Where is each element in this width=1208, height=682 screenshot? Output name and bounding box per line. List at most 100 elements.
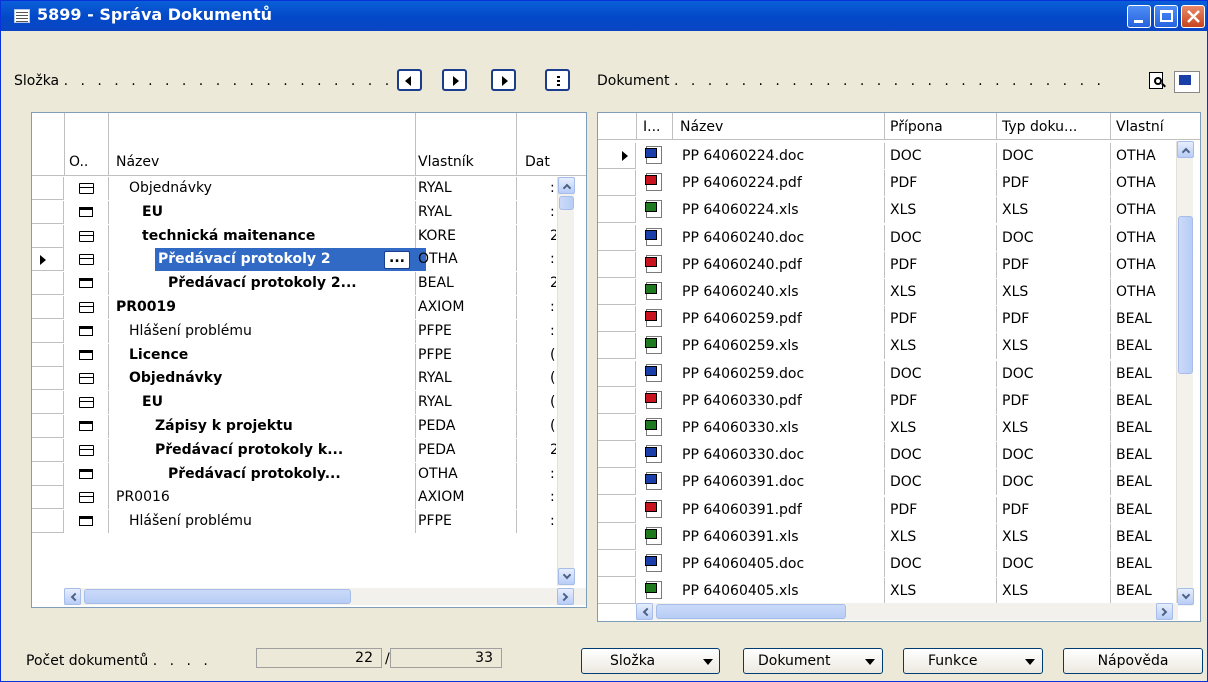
folder-row[interactable]: Předávací protokoly 2... OTHA: (32, 248, 557, 272)
folder-list-button[interactable] (545, 69, 570, 91)
prev-folder-button[interactable] (397, 69, 422, 91)
minimize-button[interactable] (1127, 5, 1151, 28)
col-header-name[interactable]: Název (680, 116, 723, 139)
row-selector[interactable] (32, 486, 64, 510)
row-selector[interactable] (598, 143, 636, 169)
row-selector[interactable] (598, 333, 636, 360)
row-selector[interactable] (32, 272, 64, 296)
document-row[interactable]: PP 64060259.xls XLS XLS BEAL (598, 333, 1176, 360)
document-row[interactable]: PP 64060330.doc DOC DOC BEAL (598, 442, 1176, 469)
row-selector[interactable] (598, 415, 636, 441)
row-selector[interactable] (598, 251, 636, 278)
document-row[interactable]: PP 64060224.pdf PDF PDF OTHA (598, 170, 1176, 197)
col-header-icon[interactable]: O.. (69, 151, 88, 174)
scroll-down-button[interactable] (558, 568, 575, 585)
row-selector[interactable] (598, 170, 636, 197)
folder-row[interactable]: PR0016 AXIOM: (32, 486, 557, 510)
document-grid[interactable]: I... Název Přípona Typ doku... Vlastní P… (597, 112, 1201, 622)
document-row[interactable]: PP 64060330.xls XLS XLS BEAL (598, 415, 1176, 441)
scroll-up-button[interactable] (1177, 141, 1194, 158)
col-header-owner[interactable]: Vlastní (1116, 116, 1164, 139)
folder-row[interactable]: Objednávky RYAL: (32, 177, 557, 200)
row-selector[interactable] (32, 367, 64, 391)
row-selector[interactable] (598, 387, 636, 414)
folder-vscrollbar[interactable] (557, 177, 575, 586)
folder-row[interactable]: EU RYAL: (32, 200, 557, 224)
scroll-left-button[interactable] (636, 603, 653, 620)
last-folder-button[interactable] (491, 69, 516, 91)
next-folder-button[interactable] (442, 69, 467, 91)
col-header-extension[interactable]: Přípona (890, 116, 943, 139)
assist-edit-button[interactable]: ... (384, 251, 410, 270)
col-header-icon[interactable]: I... (643, 116, 660, 139)
preview-icon[interactable] (1148, 71, 1168, 91)
scroll-down-button[interactable] (1177, 588, 1194, 605)
row-selector[interactable] (598, 469, 636, 496)
row-selector[interactable] (598, 551, 636, 577)
scroll-thumb[interactable] (559, 196, 574, 210)
hscroll-thumb[interactable] (84, 589, 351, 604)
help-button[interactable]: Nápověda (1063, 648, 1203, 674)
row-selector[interactable] (598, 306, 636, 333)
col-header-doctype[interactable]: Typ doku... (1002, 116, 1077, 139)
row-selector[interactable] (32, 177, 64, 200)
document-row[interactable]: PP 64060224.xls XLS XLS OTHA (598, 197, 1176, 224)
document-row[interactable]: PP 64060330.pdf PDF PDF BEAL (598, 387, 1176, 414)
document-row[interactable]: PP 64060391.xls XLS XLS BEAL (598, 523, 1176, 550)
folder-grid[interactable]: O.. Název Vlastník Dat Objednávky RYAL: EU… (31, 112, 587, 608)
row-selector[interactable] (598, 442, 636, 469)
document-row[interactable]: PP 64060259.doc DOC DOC BEAL (598, 360, 1176, 387)
maximize-button[interactable] (1154, 5, 1178, 28)
folder-row[interactable]: Hlášení problému PFPE: (32, 510, 557, 534)
document-row[interactable]: PP 64060224.doc DOC DOC OTHA (598, 143, 1176, 169)
row-selector[interactable] (598, 523, 636, 550)
row-selector[interactable] (32, 462, 64, 486)
row-selector[interactable] (32, 415, 64, 438)
folder-row[interactable]: Předávací protokoly... OTHA: (32, 462, 557, 486)
scroll-thumb[interactable] (1178, 216, 1193, 374)
col-header-name[interactable]: Název (116, 151, 159, 174)
scroll-up-button[interactable] (558, 177, 575, 194)
title-bar[interactable]: 5899 - Správa Dokumentů (1, 1, 1207, 31)
row-selector[interactable] (32, 296, 64, 319)
folder-row[interactable]: Zápisy k projektu PEDA ( (32, 415, 557, 438)
folder-row[interactable]: Předávací protokoly 2... BEAL 2 (32, 272, 557, 296)
document-row[interactable]: PP 64060405.xls XLS XLS BEAL (598, 578, 1176, 605)
document-row[interactable]: PP 64060240.xls XLS XLS OTHA (598, 279, 1176, 305)
document-row[interactable]: PP 64060391.pdf PDF PDF BEAL (598, 496, 1176, 523)
row-selector[interactable] (32, 224, 64, 248)
folder-row[interactable]: Licence PFPE ( (32, 343, 557, 367)
scroll-left-button[interactable] (64, 588, 81, 605)
row-selector[interactable] (32, 319, 64, 343)
row-selector[interactable] (598, 279, 636, 305)
scroll-right-button[interactable] (557, 588, 574, 605)
document-menu-button[interactable]: Dokument (743, 648, 883, 674)
row-selector[interactable] (32, 343, 64, 367)
row-selector[interactable] (32, 248, 64, 272)
hscroll-thumb[interactable] (656, 604, 846, 619)
folder-row[interactable]: PR0019 AXIOM: (32, 296, 557, 319)
col-header-date[interactable]: Dat (525, 151, 550, 174)
row-selector[interactable] (32, 438, 64, 462)
row-selector[interactable] (32, 200, 64, 224)
close-button[interactable] (1181, 5, 1205, 28)
document-vscrollbar[interactable] (1176, 141, 1194, 606)
folder-row[interactable]: Hlášení problému PFPE: (32, 319, 557, 343)
row-selector[interactable] (598, 224, 636, 251)
folder-hscrollbar[interactable] (64, 588, 586, 605)
row-selector[interactable] (32, 391, 64, 415)
folder-row[interactable]: Předávací protokoly k... PEDA 2 (32, 438, 557, 462)
row-selector[interactable] (598, 496, 636, 523)
functions-menu-button[interactable]: Funkce (903, 648, 1043, 674)
document-row[interactable]: PP 64060240.pdf PDF PDF OTHA (598, 251, 1176, 278)
folder-row[interactable]: Objednávky RYAL ( (32, 367, 557, 391)
word-doc-icon[interactable] (1174, 71, 1200, 93)
document-hscrollbar[interactable] (636, 603, 1178, 620)
row-selector[interactable] (598, 578, 636, 605)
row-selector[interactable] (32, 510, 64, 534)
document-row[interactable]: PP 64060405.doc DOC DOC BEAL (598, 551, 1176, 577)
folder-row[interactable]: technická maitenance KORE 2 (32, 224, 557, 248)
document-row[interactable]: PP 64060240.doc DOC DOC OTHA (598, 224, 1176, 251)
row-selector[interactable] (598, 197, 636, 224)
scroll-right-button[interactable] (1156, 603, 1173, 620)
